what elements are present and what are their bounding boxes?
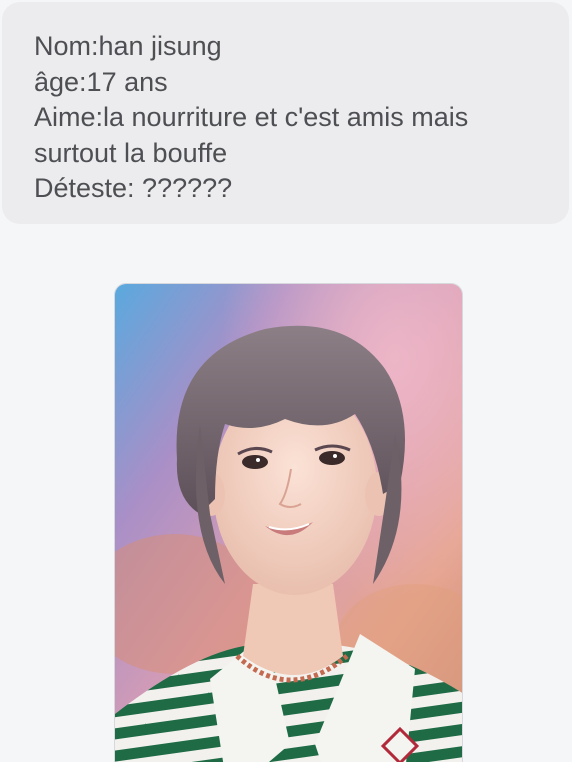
message-bubble[interactable]: Nom:han jisung âge:17 ans Aime:la nourri…: [2, 2, 569, 224]
message-line-dislikes: Déteste: ??????: [34, 173, 233, 203]
portrait-photo: [115, 284, 462, 762]
message-line-age: âge:17 ans: [34, 66, 168, 97]
message-line-likes-continued: surtout la bouffe: [34, 137, 228, 168]
chat-screen: Nom:han jisung âge:17 ans Aime:la nourri…: [0, 0, 572, 762]
photo-attachment[interactable]: [114, 283, 463, 762]
message-line-likes: Aime:la nourriture et c'est amis mais: [34, 102, 469, 132]
message-line-name: Nom:han jisung: [34, 31, 222, 61]
